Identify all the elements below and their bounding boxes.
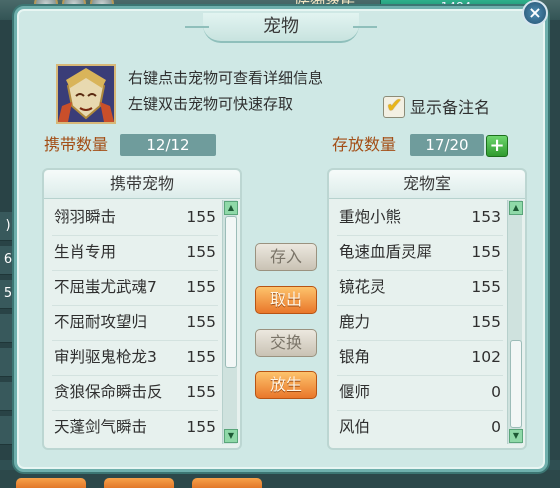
pet-name: 龟速血盾灵犀: [339, 243, 433, 261]
carried-pets-list: 携带宠物 翎羽瞬击 155 生肖专用 155 不屈蚩尤武魂7 155 不屈耐攻望…: [42, 168, 242, 450]
storage-pets-list: 宠物室 重炮小熊 153 龟速血盾灵犀 155 镜花灵 155 鹿力 155 银…: [327, 168, 527, 450]
pet-level: 153: [471, 208, 501, 226]
carried-pet-row[interactable]: 不屈耐攻望归 155: [50, 305, 220, 340]
storage-pets-header: 宠物室: [329, 170, 525, 199]
pet-level: 155: [471, 278, 501, 296]
pet-level: 155: [186, 313, 216, 331]
swap-button[interactable]: 交换: [255, 329, 317, 357]
pet-name: 不屈蚩尤武魂7: [54, 278, 157, 296]
stored-pet-row[interactable]: 镜花灵 155: [335, 270, 505, 305]
lion-warrior-icon: [58, 66, 114, 122]
storage-count-value: 17/20: [410, 134, 484, 156]
close-button[interactable]: ×: [522, 0, 548, 26]
pet-name: 审判驱鬼枪龙3: [54, 348, 157, 366]
scroll-thumb[interactable]: [225, 216, 237, 368]
carried-pet-row[interactable]: 翎羽瞬击 155: [50, 200, 220, 235]
pet-level: 0: [491, 418, 501, 436]
stored-pet-row[interactable]: 风伯 0: [335, 410, 505, 445]
pet-name: 鹿力: [339, 313, 371, 331]
stored-pet-row[interactable]: 重炮小熊 153: [335, 200, 505, 235]
pet-name: 贪狼保命瞬击反: [54, 383, 163, 401]
pet-level: 155: [186, 208, 216, 226]
pet-level: 155: [471, 243, 501, 261]
pet-level: 0: [491, 383, 501, 401]
carried-pet-row[interactable]: 不屈蚩尤武魂7 155: [50, 270, 220, 305]
stored-pet-row[interactable]: 偃师 0: [335, 375, 505, 410]
pet-name: 银角: [339, 348, 371, 366]
pet-name: 风伯: [339, 418, 371, 436]
pet-name: 天蓬剑气瞬击: [54, 418, 148, 436]
storage-count-label: 存放数量: [332, 135, 397, 154]
background-bottom-button: [192, 478, 262, 488]
carry-count-value: 12/12: [120, 134, 216, 156]
pet-name: 偃师: [339, 383, 371, 401]
stored-pet-row[interactable]: 鹿力 155: [335, 305, 505, 340]
pet-name: 镜花灵: [339, 278, 386, 296]
deposit-button[interactable]: 存入: [255, 243, 317, 271]
pet-level: 155: [186, 243, 216, 261]
checkmark-icon: ✔: [386, 93, 403, 117]
title-flourish: [353, 26, 377, 28]
stored-pet-row[interactable]: 银角 102: [335, 340, 505, 375]
expand-storage-button[interactable]: +: [486, 135, 508, 157]
carried-pet-row[interactable]: 生肖专用 155: [50, 235, 220, 270]
window-title-plate: 宠物: [185, 13, 377, 43]
pet-level: 102: [471, 348, 501, 366]
carry-count-label: 携带数量: [44, 135, 109, 154]
carried-pet-row[interactable]: 审判驱鬼枪龙3 155: [50, 340, 220, 375]
scroll-down-icon[interactable]: ▼: [224, 429, 238, 443]
pet-name: 生肖专用: [54, 243, 117, 261]
pet-level: 155: [471, 313, 501, 331]
info-line-1: 右键点击宠物可查看详细信息: [128, 69, 324, 87]
pet-level: 155: [186, 383, 216, 401]
carried-pets-header: 携带宠物: [44, 170, 240, 199]
carried-pets-scrollbar[interactable]: ▲ ▼: [222, 200, 238, 444]
pet-level: 155: [186, 278, 216, 296]
show-note-checkbox[interactable]: ✔: [383, 93, 405, 118]
storage-pets-scrollbar[interactable]: ▲ ▼: [507, 200, 523, 444]
show-note-label: 显示备注名: [410, 98, 491, 117]
scroll-up-icon[interactable]: ▲: [224, 201, 238, 215]
title-flourish: [185, 26, 209, 28]
pet-level: 155: [186, 418, 216, 436]
scroll-down-icon[interactable]: ▼: [509, 429, 523, 443]
scroll-thumb[interactable]: [510, 340, 522, 428]
background-bottom-button: [104, 478, 174, 488]
scroll-up-icon[interactable]: ▲: [509, 201, 523, 215]
stored-pet-row[interactable]: 龟速血盾灵犀 155: [335, 235, 505, 270]
pet-name: 重炮小熊: [339, 208, 402, 226]
pet-avatar: [56, 64, 116, 124]
pet-name: 不屈耐攻望归: [54, 313, 148, 331]
carried-pet-row[interactable]: 天蓬剑气瞬击 155: [50, 410, 220, 445]
release-button[interactable]: 放生: [255, 371, 317, 399]
window-title: 宠物: [263, 16, 299, 37]
withdraw-button[interactable]: 取出: [255, 286, 317, 314]
background-bottom-button: [16, 478, 86, 488]
carried-pet-row[interactable]: 贪狼保命瞬击反 155: [50, 375, 220, 410]
pet-name: 翎羽瞬击: [54, 208, 117, 226]
pet-level: 155: [186, 348, 216, 366]
